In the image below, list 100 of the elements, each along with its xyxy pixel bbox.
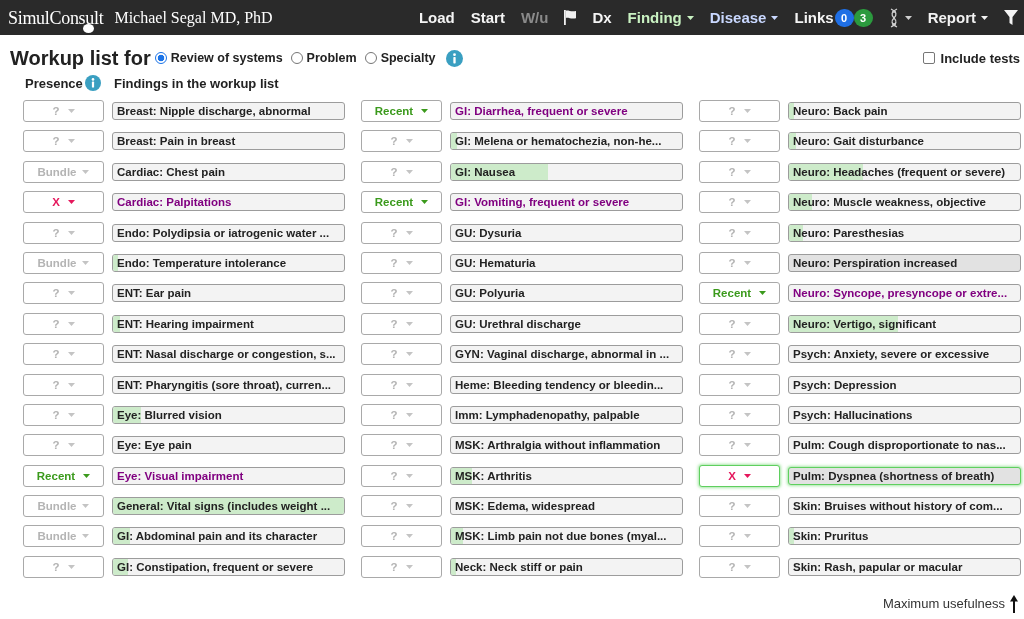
presence-dropdown[interactable]: Recent bbox=[361, 191, 442, 214]
finding-button[interactable]: ENT: Ear pain bbox=[112, 284, 345, 303]
finding-button[interactable]: GI: Constipation, frequent or severe bbox=[112, 557, 345, 576]
presence-dropdown[interactable]: Recent bbox=[361, 100, 442, 122]
caret-icon bbox=[421, 200, 429, 205]
finding-button[interactable]: Pulm: Cough disproportionate to nas... bbox=[788, 436, 1021, 455]
radio-button[interactable] bbox=[364, 52, 377, 64]
finding-button[interactable]: GYN: Vaginal discharge, abnormal in ... bbox=[450, 345, 683, 364]
presence-dropdown[interactable]: X bbox=[699, 464, 780, 487]
nav-menu[interactable]: Disease bbox=[709, 8, 779, 27]
caret-icon bbox=[405, 504, 413, 509]
caret-icon bbox=[904, 15, 912, 20]
caret-icon bbox=[67, 443, 75, 448]
info-icon[interactable] bbox=[84, 75, 101, 91]
caret-icon bbox=[67, 382, 75, 387]
up-arrow-icon bbox=[1010, 594, 1018, 613]
finding-button[interactable]: Psych: Hallucinations bbox=[788, 405, 1021, 424]
radio-label[interactable]: Specialty bbox=[380, 51, 436, 65]
presence-dropdown[interactable]: Recent bbox=[23, 464, 104, 487]
nav-menu[interactable]: Report bbox=[927, 8, 988, 27]
finding-button[interactable]: Skin: Pruritus bbox=[788, 527, 1021, 546]
info-icon[interactable] bbox=[445, 49, 463, 67]
finding-button[interactable]: Psych: Depression bbox=[788, 375, 1021, 394]
finding-button[interactable]: Neuro: Gait disturbance bbox=[788, 132, 1021, 151]
finding-button[interactable]: ENT: Nasal discharge or congestion, s... bbox=[112, 345, 345, 364]
caret-icon bbox=[67, 352, 75, 357]
finding-button[interactable]: ENT: Pharyngitis (sore throat), curren... bbox=[112, 375, 345, 394]
finding-button[interactable]: Pulm: Dyspnea (shortness of breath) bbox=[788, 466, 1021, 485]
finding-button[interactable]: GI: Nausea bbox=[450, 162, 683, 181]
finding-button[interactable]: Neuro: Perspiration increased bbox=[788, 253, 1021, 272]
dna-icon[interactable] bbox=[888, 7, 899, 28]
caret-icon bbox=[771, 15, 779, 20]
presence-dropdown[interactable]: X bbox=[23, 191, 104, 214]
finding-button[interactable]: Endo: Temperature intolerance bbox=[112, 253, 345, 272]
column-header: Presence bbox=[25, 75, 83, 91]
radio-button[interactable] bbox=[154, 52, 167, 64]
finding-button[interactable]: GU: Dysuria bbox=[450, 223, 683, 242]
finding-button[interactable]: Heme: Bleeding tendency or bleedin... bbox=[450, 375, 683, 394]
finding-button[interactable]: MSK: Limb pain not due bones (myal... bbox=[450, 527, 683, 546]
count-badge: 3 bbox=[853, 8, 873, 27]
finding-button[interactable]: MSK: Edema, widespread bbox=[450, 497, 683, 516]
finding-button[interactable]: Neuro: Muscle weakness, objective bbox=[788, 193, 1021, 212]
finding-button[interactable]: Cardiac: Chest pain bbox=[112, 162, 345, 181]
filter-icon[interactable] bbox=[1004, 10, 1018, 25]
finding-button[interactable]: Neuro: Back pain bbox=[788, 102, 1021, 120]
finding-button[interactable]: Eye: Visual impairment bbox=[112, 466, 345, 485]
radio-label[interactable]: Review of systems bbox=[170, 51, 283, 65]
finding-button[interactable]: Neuro: Headaches (frequent or severe) bbox=[788, 162, 1021, 181]
finding-button[interactable]: Neuro: Syncope, presyncope or extre... bbox=[788, 284, 1021, 303]
caret-icon bbox=[759, 291, 767, 296]
caret-icon bbox=[405, 473, 413, 478]
caret-icon bbox=[67, 139, 75, 144]
finding-button[interactable]: GI: Abdominal pain and its character bbox=[112, 527, 345, 546]
finding-button[interactable]: Cardiac: Palpitations bbox=[112, 193, 345, 212]
finding-button[interactable]: Neuro: Paresthesias bbox=[788, 223, 1021, 242]
caret-icon bbox=[405, 230, 413, 235]
checkbox[interactable] bbox=[922, 52, 935, 64]
finding-button[interactable]: GI: Diarrhea, frequent or severe bbox=[450, 102, 683, 120]
finding-button[interactable]: Breast: Nipple discharge, abnormal bbox=[112, 102, 345, 120]
caret-icon bbox=[743, 260, 751, 265]
nav-menu[interactable]: Finding bbox=[627, 8, 694, 27]
caret-icon bbox=[405, 534, 413, 539]
finding-button[interactable]: Neuro: Vertigo, significant bbox=[788, 314, 1021, 333]
finding-button[interactable]: GU: Urethral discharge bbox=[450, 314, 683, 333]
finding-button[interactable]: Skin: Bruises without history of com... bbox=[788, 497, 1021, 516]
finding-button[interactable]: Neck: Neck stiff or pain bbox=[450, 557, 683, 576]
nav-link[interactable]: Start bbox=[470, 8, 505, 27]
finding-button[interactable]: Skin: Rash, papular or macular bbox=[788, 557, 1021, 576]
nav-link[interactable]: Links 0 3 bbox=[794, 8, 873, 27]
finding-button[interactable]: Eye: Eye pain bbox=[112, 436, 345, 455]
caret-icon bbox=[686, 15, 694, 20]
caret-icon bbox=[405, 443, 413, 448]
nav-link[interactable]: Load bbox=[418, 8, 455, 27]
finding-button[interactable]: General: Vital signs (includes weight ... bbox=[112, 497, 345, 516]
caret-icon bbox=[67, 564, 75, 569]
checkbox-label[interactable]: Include tests bbox=[940, 50, 1020, 66]
finding-button[interactable]: GI: Vomiting, frequent or severe bbox=[450, 193, 683, 212]
finding-button[interactable]: GU: Hematuria bbox=[450, 253, 683, 272]
finding-button[interactable]: ENT: Hearing impairment bbox=[112, 314, 345, 333]
flag-icon[interactable] bbox=[564, 10, 577, 25]
caret-icon bbox=[743, 139, 751, 144]
caret-icon bbox=[743, 200, 751, 205]
finding-button[interactable]: MSK: Arthritis bbox=[450, 466, 683, 485]
radio-label[interactable]: Problem bbox=[306, 51, 357, 65]
presence-dropdown[interactable]: Recent bbox=[699, 282, 780, 305]
nav-link[interactable]: Dx bbox=[592, 8, 612, 27]
finding-button[interactable]: Eye: Blurred vision bbox=[112, 405, 345, 424]
finding-button[interactable]: Breast: Pain in breast bbox=[112, 132, 345, 151]
finding-button[interactable]: Imm: Lymphadenopathy, palpable bbox=[450, 405, 683, 424]
caret-icon bbox=[82, 260, 90, 265]
finding-button[interactable]: Endo: Polydipsia or iatrogenic water ... bbox=[112, 223, 345, 242]
usefulness-caption: Maximum usefulness bbox=[882, 596, 1005, 612]
finding-button[interactable]: MSK: Arthralgia without inflammation bbox=[450, 436, 683, 455]
finding-button[interactable]: GU: Polyuria bbox=[450, 284, 683, 303]
radio-button[interactable] bbox=[290, 52, 303, 64]
finding-button[interactable]: GI: Melena or hematochezia, non-he... bbox=[450, 132, 683, 151]
dot-icon bbox=[83, 23, 94, 33]
caret-icon bbox=[743, 534, 751, 539]
caret-icon bbox=[405, 260, 413, 265]
finding-button[interactable]: Psych: Anxiety, severe or excessive bbox=[788, 345, 1021, 364]
